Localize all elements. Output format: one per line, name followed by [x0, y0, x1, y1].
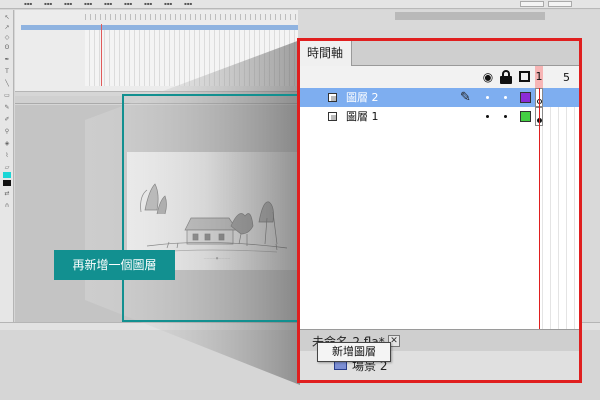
menu-item[interactable]: ▪▪▪ — [24, 1, 32, 6]
layer-row-1[interactable]: 圖層 1 — [300, 107, 579, 126]
workspace-switcher[interactable] — [520, 1, 544, 7]
pencil-icon: ✎ — [460, 90, 471, 105]
search-box[interactable] — [548, 1, 572, 7]
sketch-caption-line: ————●———— — [203, 256, 231, 260]
background-playhead — [101, 24, 102, 86]
frame-ruler[interactable]: 1 5 — [535, 66, 579, 88]
menu-item[interactable]: ▪▪▪ — [124, 1, 132, 6]
swap-colors-icon[interactable]: ⇄ — [3, 190, 11, 197]
timeline-tab-bar: 時間軸 — [300, 41, 579, 66]
paint-bucket-icon[interactable]: ◈ — [3, 140, 11, 147]
background-frames — [85, 26, 298, 86]
layer-icon — [328, 112, 337, 121]
subselection-tool-icon[interactable]: ↗ — [3, 24, 11, 31]
menu-item[interactable]: ▪▪▪ — [164, 1, 172, 6]
layer-name[interactable]: 圖層 1 — [346, 108, 379, 125]
layer-row-2[interactable]: 圖層 2 ✎ — [300, 88, 579, 107]
callout-connector-vertical-lower — [122, 280, 124, 322]
callout-connector-vertical-upper — [122, 94, 124, 250]
timeline-header-row: ◉ 1 5 — [300, 66, 579, 88]
transform-tool-icon[interactable]: ◇ — [3, 34, 11, 41]
stroke-color-swatch[interactable] — [3, 172, 11, 178]
outline-icon[interactable] — [519, 71, 530, 82]
tools-panel: ↖ ↗ ◇ ʘ ✒ T ╲ ▭ ✎ ✐ ⚲ ◈ ⌇ ▱ ⇄ ∩ — [0, 10, 14, 322]
eraser-icon[interactable]: ▱ — [3, 164, 11, 171]
callout-connector-bottom — [122, 320, 308, 322]
pencil-tool-icon[interactable]: ✎ — [3, 104, 11, 111]
snap-icon[interactable]: ∩ — [3, 202, 11, 209]
visibility-dot[interactable] — [486, 96, 489, 99]
line-tool-icon[interactable]: ╲ — [3, 80, 11, 87]
magnified-timeline-panel: 時間軸 ◉ 1 5 圖層 2 ✎ 圖層 1 ✕ 場景 2 新增圖層 — [297, 38, 582, 383]
lock-dot[interactable] — [504, 115, 507, 118]
text-tool-icon[interactable]: T — [3, 68, 11, 75]
fill-color-swatch[interactable] — [3, 180, 11, 186]
eyedropper-icon[interactable]: ⌇ — [3, 152, 11, 159]
layer-name[interactable]: 圖層 2 — [346, 89, 379, 106]
layer-color-swatch[interactable] — [520, 92, 531, 103]
frame-number-5[interactable]: 5 — [563, 71, 570, 84]
menu-item[interactable]: ▪▪▪ — [184, 1, 192, 6]
frame-number-1[interactable]: 1 — [535, 66, 543, 88]
brush-tool-icon[interactable]: ✐ — [3, 116, 11, 123]
layer-name-cell[interactable]: 圖層 2 ✎ — [300, 88, 534, 107]
layer-icon — [328, 93, 337, 102]
background-timeline-panel — [15, 10, 298, 92]
eye-icon[interactable]: ◉ — [481, 70, 495, 84]
background-layer-row — [21, 30, 298, 35]
layer-name-cell[interactable]: 圖層 1 — [300, 107, 534, 126]
callout-connector-top — [122, 94, 308, 96]
menu-item[interactable]: ▪▪▪ — [44, 1, 52, 6]
bone-tool-icon[interactable]: ⚲ — [3, 128, 11, 135]
callout-label: 再新增一個圖層 — [54, 250, 175, 280]
menu-item[interactable]: ▪▪▪ — [64, 1, 72, 6]
playhead-line[interactable] — [539, 88, 540, 336]
tab-timeline[interactable]: 時間軸 — [300, 41, 352, 66]
pen-tool-icon[interactable]: ✒ — [3, 56, 11, 63]
visibility-dot[interactable] — [486, 115, 489, 118]
rectangle-tool-icon[interactable]: ▭ — [3, 92, 11, 99]
lock-dot[interactable] — [504, 96, 507, 99]
selection-tool-icon[interactable]: ↖ — [3, 14, 11, 21]
menu-bar: ▪▪▪ ▪▪▪ ▪▪▪ ▪▪▪ ▪▪▪ ▪▪▪ ▪▪▪ ▪▪▪ ▪▪▪ — [0, 0, 600, 9]
background-panel-header — [395, 12, 545, 20]
menu-item[interactable]: ▪▪▪ — [104, 1, 112, 6]
lock-icon[interactable] — [500, 70, 512, 84]
new-layer-tooltip: 新增圖層 — [317, 342, 391, 362]
layer-color-swatch[interactable] — [520, 111, 531, 122]
menu-item[interactable]: ▪▪▪ — [144, 1, 152, 6]
lasso-tool-icon[interactable]: ʘ — [3, 44, 11, 51]
background-edit-bar — [15, 96, 298, 104]
menu-item[interactable]: ▪▪▪ — [84, 1, 92, 6]
timeline-body: ◉ 1 5 圖層 2 ✎ 圖層 1 — [300, 66, 579, 354]
background-frame-ruler — [85, 14, 298, 20]
